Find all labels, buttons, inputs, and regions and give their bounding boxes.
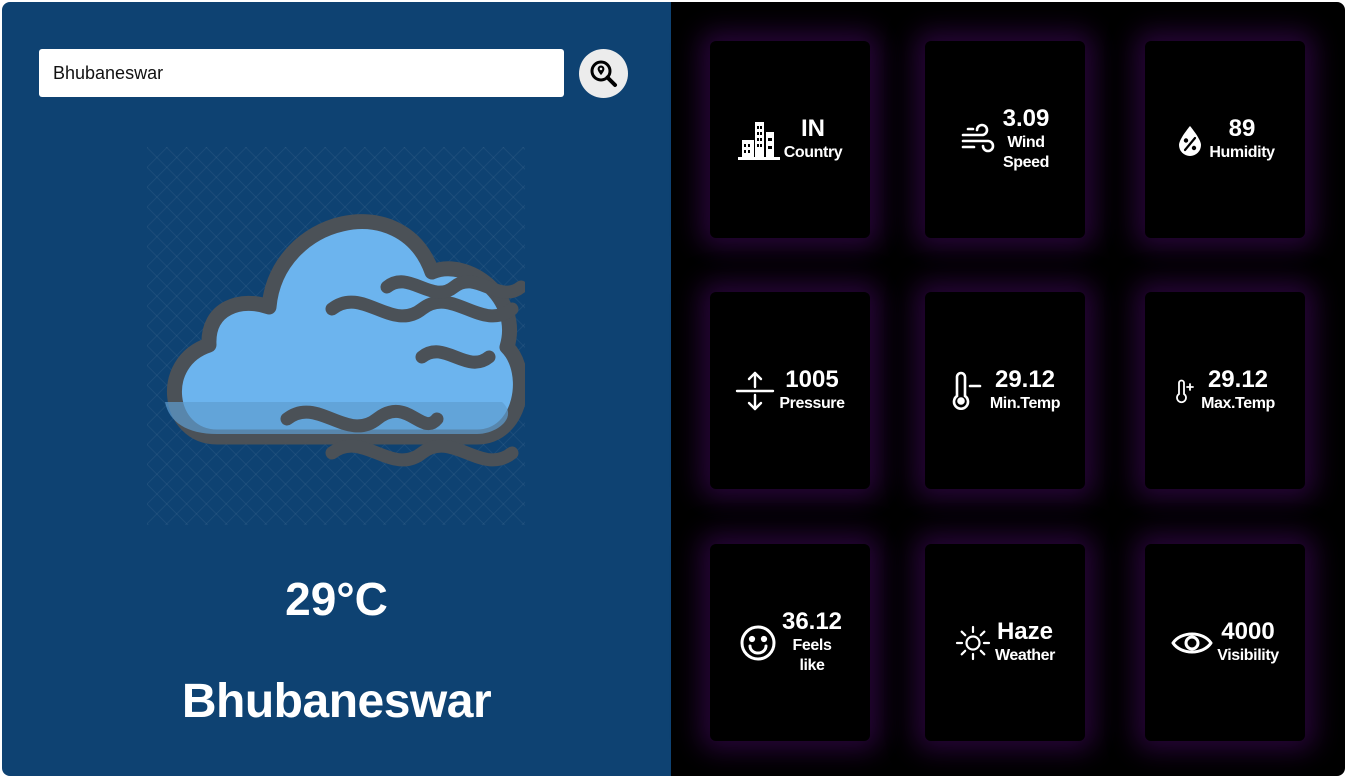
card-value: 36.12 <box>781 608 843 636</box>
card-label: Max.Temp <box>1201 394 1275 412</box>
card-visibility: 4000 Visibility <box>1145 544 1305 741</box>
pressure-icon <box>735 369 775 413</box>
thermometer-minus-icon <box>950 370 986 412</box>
card-wind-speed: 3.09 Wind Speed <box>925 41 1085 238</box>
card-value: 89 <box>1228 114 1256 142</box>
card-weather: Haze Weather <box>925 544 1085 741</box>
smile-icon <box>738 623 778 663</box>
city-name: Bhubaneswar <box>181 675 492 728</box>
sun-icon <box>955 625 991 661</box>
card-label: Feels like <box>792 637 832 674</box>
card-feels-like: 36.12 Feels like <box>710 544 870 741</box>
card-label: Humidity <box>1209 143 1275 161</box>
cloud-wind-icon <box>147 147 525 525</box>
search-location-icon <box>590 60 617 87</box>
card-pressure: 1005 Pressure <box>710 292 870 489</box>
card-min-temp: 29.12 Min.Temp <box>925 292 1085 489</box>
card-value: 4000 <box>1221 617 1275 645</box>
wind-icon <box>960 123 998 157</box>
eye-icon <box>1171 628 1213 658</box>
city-icon <box>737 120 780 160</box>
card-label: Visibility <box>1217 646 1279 664</box>
humidity-icon <box>1175 124 1205 156</box>
card-value: 29.12 <box>1207 365 1269 393</box>
card-label: Min.Temp <box>989 394 1061 412</box>
card-label: Weather <box>994 646 1056 664</box>
card-label: Country <box>783 143 843 161</box>
card-max-temp: 29.12 Max.Temp <box>1145 292 1305 489</box>
search-input[interactable] <box>39 49 564 97</box>
search-button[interactable] <box>579 49 628 98</box>
card-value: Haze <box>996 617 1053 645</box>
thermometer-plus-icon <box>1175 378 1197 404</box>
card-value: IN <box>801 114 825 142</box>
card-value: 29.12 <box>994 365 1056 393</box>
card-humidity: 89 Humidity <box>1145 41 1305 238</box>
main-panel: 29°C Bhubaneswar <box>2 2 671 776</box>
temperature: 29°C <box>285 573 388 625</box>
card-value: 3.09 <box>1002 105 1050 133</box>
card-country: IN Country <box>710 41 870 238</box>
card-label: Pressure <box>779 394 845 412</box>
card-value: 1005 <box>785 365 839 393</box>
weather-app: 29°C Bhubaneswar <box>2 2 1345 776</box>
details-panel: IN Country 3.09 Wind Speed 89 Humidity 1… <box>671 2 1345 776</box>
card-label: Wind Speed <box>1002 134 1050 171</box>
